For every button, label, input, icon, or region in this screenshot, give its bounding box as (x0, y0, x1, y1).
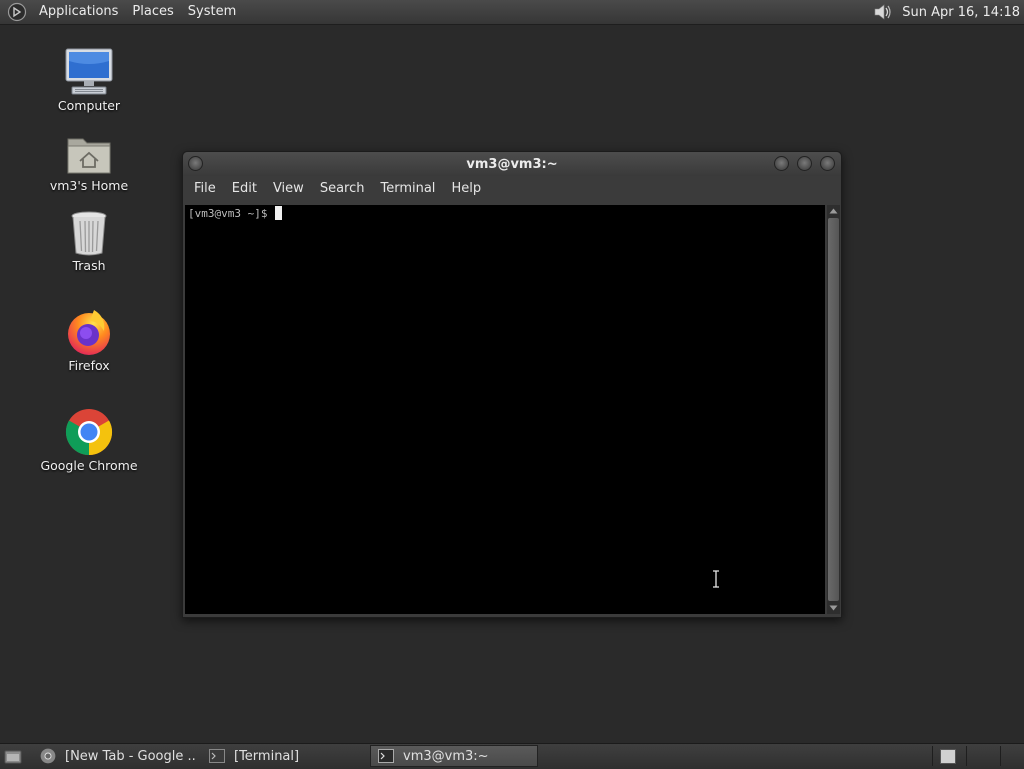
menu-view[interactable]: View (265, 176, 312, 201)
minimize-button[interactable] (774, 156, 789, 171)
desktop-icon-trash[interactable]: Trash (34, 205, 144, 273)
prompt-text: [vm3@vm3 ~]$ (188, 206, 275, 220)
taskbar-item-label: vm3@vm3:~ (403, 748, 489, 764)
desktop-icon-label: Trash (72, 258, 106, 273)
show-desktop-icon[interactable] (1, 745, 25, 769)
menu-file[interactable]: File (186, 176, 224, 201)
taskbar-item-active-terminal[interactable]: vm3@vm3:~ (370, 745, 538, 767)
terminal-icon (208, 747, 226, 765)
terminal-output[interactable]: [vm3@vm3 ~]$ (185, 205, 825, 614)
desktop-icon-computer[interactable]: Computer (34, 45, 144, 113)
scroll-up-arrow-icon[interactable] (827, 205, 840, 217)
workspace-2[interactable] (966, 746, 1000, 766)
menu-places[interactable]: Places (125, 0, 180, 24)
menu-applications[interactable]: Applications (32, 0, 125, 24)
trash-icon (34, 205, 144, 257)
menu-system[interactable]: System (181, 0, 243, 24)
taskbar-item-terminal[interactable]: [Terminal] (202, 745, 364, 767)
menu-terminal[interactable]: Terminal (372, 176, 443, 201)
taskbar-item-label: [New Tab - Google ... (65, 748, 196, 764)
ibeam-cursor-icon (712, 570, 720, 592)
notification-area: Sun Apr 16, 14:18 (870, 0, 1024, 24)
firefox-icon (34, 305, 144, 357)
taskbar-item-label: [Terminal] (234, 748, 300, 764)
clock[interactable]: Sun Apr 16, 14:18 (902, 5, 1024, 20)
maximize-button[interactable] (797, 156, 812, 171)
window-titlebar[interactable]: vm3@vm3:~ (183, 152, 841, 176)
top-menu: Applications Places System (32, 0, 243, 24)
text-cursor (275, 206, 283, 220)
volume-icon[interactable] (870, 1, 896, 23)
scrollbar-thumb[interactable] (828, 218, 839, 601)
chrome-icon (34, 405, 144, 457)
menu-search[interactable]: Search (312, 176, 373, 201)
home-folder-icon (34, 125, 144, 177)
menu-help[interactable]: Help (443, 176, 489, 201)
gnome-foot-logo-icon[interactable] (6, 1, 28, 23)
close-button[interactable] (820, 156, 835, 171)
desktop-icon-label: vm3's Home (49, 178, 129, 193)
desktop-icon-home[interactable]: vm3's Home (34, 125, 144, 193)
menu-edit[interactable]: Edit (224, 176, 265, 201)
chrome-icon (39, 747, 57, 765)
desktop-icon-label: Firefox (68, 358, 110, 373)
terminal-icon (377, 747, 395, 765)
window-title: vm3@vm3:~ (466, 156, 558, 172)
workspace-1[interactable] (932, 746, 966, 766)
scroll-down-arrow-icon[interactable] (827, 602, 840, 614)
bottom-panel: [New Tab - Google ... [Terminal] vm3@vm3… (0, 743, 1024, 769)
terminal-window: vm3@vm3:~ File Edit View Search Terminal… (182, 151, 842, 618)
shell-prompt: [vm3@vm3 ~]$ (188, 206, 283, 220)
terminal-scrollbar[interactable] (827, 205, 840, 614)
desktop-icon-label: Google Chrome (40, 458, 138, 473)
taskbar-item-chrome[interactable]: [New Tab - Google ... (33, 745, 196, 767)
desktop-icon-label: Computer (57, 98, 121, 113)
computer-icon (34, 45, 144, 97)
top-panel: Applications Places System Sun Apr 16, 1… (0, 0, 1024, 25)
workspace-3[interactable] (1000, 746, 1024, 766)
terminal-menubar: File Edit View Search Terminal Help (183, 176, 841, 201)
desktop-icon-chrome[interactable]: Google Chrome (34, 405, 144, 473)
window-menu-button[interactable] (188, 156, 203, 171)
desktop-icon-firefox[interactable]: Firefox (34, 305, 144, 373)
